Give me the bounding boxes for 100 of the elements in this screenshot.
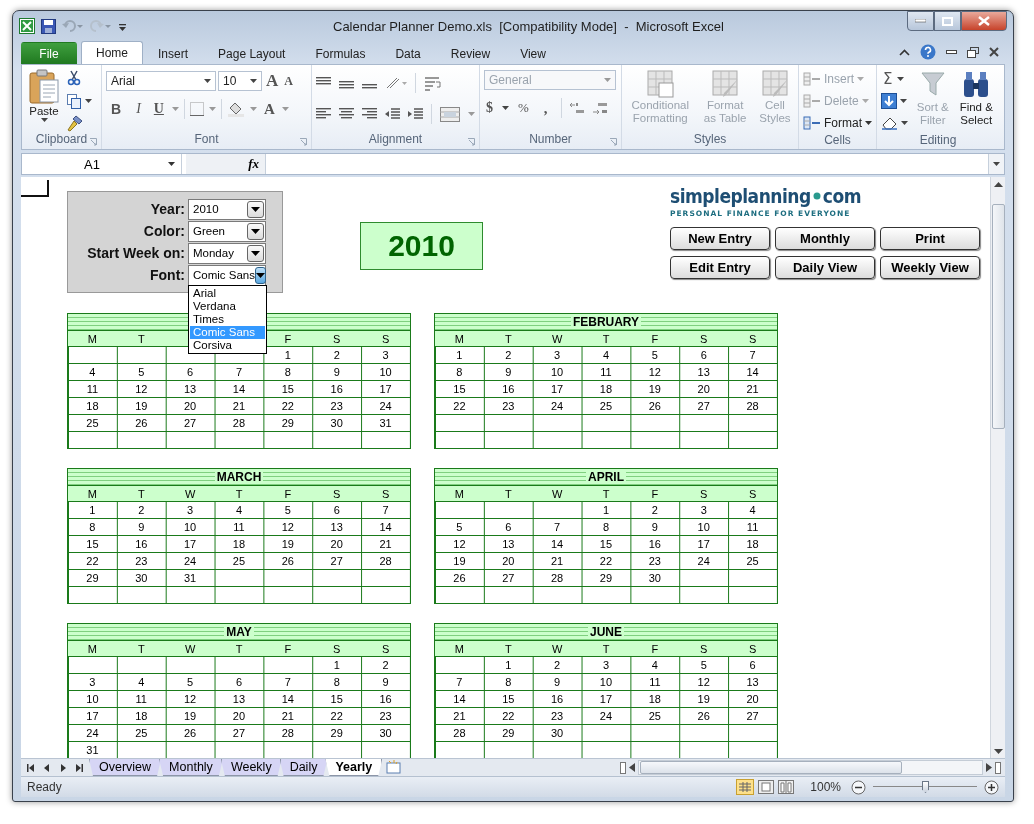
horizontal-scrollbar[interactable] bbox=[638, 760, 983, 775]
merge-cells-icon[interactable] bbox=[440, 106, 460, 122]
dropdown-option[interactable]: Verdana bbox=[190, 300, 265, 313]
sheet-tab[interactable]: Yearly bbox=[325, 759, 383, 776]
action-button[interactable]: Monthly bbox=[775, 227, 875, 250]
orientation-icon[interactable] bbox=[385, 76, 407, 90]
scroll-down-icon[interactable] bbox=[993, 748, 1003, 754]
dropdown[interactable]: 2010 bbox=[188, 198, 266, 220]
currency-button[interactable]: $ bbox=[484, 100, 495, 116]
minimize-button[interactable] bbox=[907, 11, 934, 31]
caret-icon[interactable] bbox=[204, 79, 211, 83]
next-sheet-icon[interactable] bbox=[59, 763, 67, 772]
action-button[interactable]: Daily View bbox=[775, 256, 875, 279]
action-button[interactable]: Weekly View bbox=[880, 256, 980, 279]
ribbon-tab[interactable]: Home bbox=[81, 41, 143, 64]
fill-down-icon[interactable] bbox=[881, 92, 897, 109]
dropdown-button[interactable] bbox=[255, 266, 266, 284]
increase-decimal-icon[interactable] bbox=[568, 101, 585, 115]
action-button[interactable]: Print bbox=[880, 227, 980, 250]
cells-button[interactable]: Format bbox=[803, 112, 872, 133]
brush-icon[interactable] bbox=[66, 115, 83, 132]
align-icon[interactable] bbox=[339, 108, 354, 120]
dropdown-button[interactable] bbox=[247, 222, 264, 240]
dropdown-option[interactable]: Arial bbox=[190, 287, 265, 300]
maximize-button[interactable] bbox=[934, 11, 961, 31]
cut-icon[interactable] bbox=[66, 70, 82, 86]
dropdown[interactable]: Monday bbox=[188, 242, 266, 264]
caret-icon[interactable] bbox=[502, 106, 509, 110]
align-icon[interactable] bbox=[316, 108, 331, 120]
file-tab[interactable]: File bbox=[21, 42, 77, 64]
first-sheet-icon[interactable] bbox=[27, 763, 35, 772]
font-size-field[interactable]: 10 bbox=[218, 71, 262, 91]
minimize-icon[interactable] bbox=[946, 49, 957, 55]
ribbon-tab[interactable]: Page Layout bbox=[203, 42, 301, 64]
previous-sheet-icon[interactable] bbox=[43, 763, 51, 772]
scroll-right-icon[interactable] bbox=[986, 763, 992, 772]
zoom-out-icon[interactable] bbox=[851, 779, 866, 795]
underline-button[interactable]: U bbox=[150, 101, 167, 117]
align-icon[interactable] bbox=[362, 108, 377, 120]
dropdown-button[interactable] bbox=[247, 244, 264, 262]
grow-font-button[interactable]: A bbox=[264, 71, 281, 91]
sheet-tab[interactable]: Weekly bbox=[220, 759, 282, 776]
split-handle-icon[interactable] bbox=[620, 761, 626, 774]
fill-color-icon[interactable] bbox=[226, 101, 245, 117]
eraser-icon[interactable] bbox=[881, 115, 898, 130]
zoom-in-icon[interactable] bbox=[984, 779, 999, 795]
autosum-button[interactable]: Σ bbox=[881, 69, 895, 88]
action-button[interactable]: Edit Entry bbox=[670, 256, 770, 279]
font-color-button[interactable]: A bbox=[261, 100, 277, 118]
caret-icon[interactable] bbox=[901, 120, 908, 125]
bold-button[interactable]: B bbox=[106, 101, 127, 117]
zoom-slider[interactable] bbox=[873, 781, 977, 793]
last-sheet-icon[interactable] bbox=[75, 763, 83, 772]
action-button[interactable]: New Entry bbox=[670, 227, 770, 250]
restore-icon[interactable] bbox=[967, 46, 979, 58]
borders-icon[interactable] bbox=[189, 102, 204, 116]
find-select-button[interactable]: Find & Select bbox=[957, 68, 995, 133]
caret-icon[interactable] bbox=[85, 98, 92, 103]
ribbon-tab[interactable]: View bbox=[505, 42, 561, 64]
font-name-field[interactable]: Arial bbox=[106, 71, 216, 91]
caret-icon[interactable] bbox=[897, 76, 905, 81]
excel-icon[interactable] bbox=[19, 18, 35, 34]
sheet-tab[interactable]: Daily bbox=[279, 759, 328, 776]
ribbon-tab[interactable]: Review bbox=[435, 42, 506, 64]
decrease-indent-icon[interactable] bbox=[385, 108, 400, 120]
page-layout-icon[interactable] bbox=[758, 780, 775, 794]
scroll-left-icon[interactable] bbox=[629, 763, 635, 772]
copy-icon[interactable] bbox=[66, 92, 82, 109]
save-icon[interactable] bbox=[41, 18, 56, 34]
selected-cell[interactable] bbox=[21, 180, 49, 197]
help-icon[interactable] bbox=[920, 44, 936, 60]
caret-icon[interactable] bbox=[250, 79, 257, 83]
scrollbar-thumb[interactable] bbox=[991, 204, 1005, 429]
increase-indent-icon[interactable] bbox=[408, 108, 423, 120]
comma-button[interactable]: , bbox=[537, 99, 554, 117]
caret-icon[interactable] bbox=[900, 98, 907, 103]
paste-button[interactable]: Paste bbox=[26, 68, 62, 132]
collapse-ribbon-icon[interactable] bbox=[899, 48, 910, 56]
ribbon-tab[interactable]: Formulas bbox=[300, 42, 381, 64]
dropdown-option[interactable]: Corsiva bbox=[190, 339, 265, 352]
zoom-level[interactable]: 100% bbox=[810, 780, 841, 794]
page-break-icon[interactable] bbox=[778, 780, 795, 794]
close-button[interactable] bbox=[961, 11, 1007, 31]
dropdown[interactable]: Green bbox=[188, 220, 266, 242]
percent-button[interactable]: % bbox=[516, 100, 531, 116]
wrap-text-icon[interactable] bbox=[424, 75, 442, 91]
shrink-font-button[interactable]: A bbox=[282, 73, 295, 89]
sheet-tab[interactable]: Overview bbox=[89, 759, 162, 776]
ribbon-tab[interactable]: Insert bbox=[143, 42, 204, 64]
italic-button[interactable]: I bbox=[131, 101, 146, 117]
caret-icon[interactable] bbox=[40, 118, 48, 122]
split-handle-icon[interactable] bbox=[995, 761, 1001, 774]
scrollbar-thumb[interactable] bbox=[640, 761, 902, 774]
dropdown[interactable]: Comic Sans bbox=[188, 264, 266, 286]
caret-icon[interactable] bbox=[865, 120, 872, 125]
vertical-scrollbar[interactable] bbox=[990, 177, 1005, 758]
scroll-up-icon[interactable] bbox=[993, 181, 1003, 187]
ribbon-tab[interactable]: Data bbox=[380, 42, 436, 64]
close-icon[interactable] bbox=[989, 47, 999, 57]
sheet-tab[interactable]: Monthly bbox=[159, 759, 223, 776]
